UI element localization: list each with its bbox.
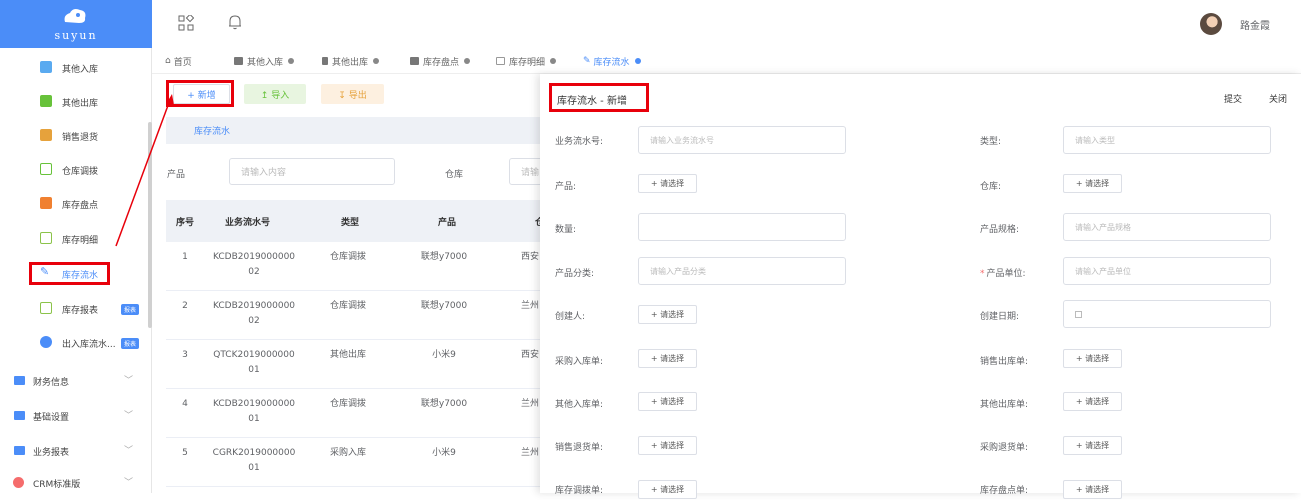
warehouse-label: 仓库:: [980, 182, 1002, 192]
date-picker[interactable]: [1063, 300, 1271, 328]
other-out-select-button[interactable]: + 请选择: [1063, 392, 1122, 411]
sales-return-select-button[interactable]: + 请选择: [638, 436, 697, 455]
sales-return-label: 销售退货单:: [555, 443, 604, 453]
type-input[interactable]: 请输入类型: [1063, 126, 1271, 154]
calendar-icon: [1075, 310, 1082, 318]
purchase-in-label: 采购入库单:: [555, 357, 604, 367]
purchase-return-label: 采购退货单:: [980, 443, 1029, 453]
spec-label: 产品规格:: [980, 225, 1020, 235]
category-input[interactable]: 请输入产品分类: [638, 257, 846, 285]
sales-out-select-button[interactable]: + 请选择: [1063, 349, 1122, 368]
serial-label: 业务流水号:: [555, 137, 604, 147]
serial-input[interactable]: 请输入业务流水号: [638, 126, 846, 154]
creator-select-button[interactable]: + 请选择: [638, 305, 697, 324]
quantity-label: 数量:: [555, 225, 577, 235]
unit-label: * 产品单位:: [980, 269, 1026, 279]
spec-input[interactable]: 请输入产品规格: [1063, 213, 1271, 241]
date-label: 创建日期:: [980, 312, 1020, 322]
sales-out-label: 销售出库单:: [980, 357, 1029, 367]
unit-input[interactable]: 请输入产品单位: [1063, 257, 1271, 285]
transfer-select-button[interactable]: + 请选择: [638, 480, 697, 499]
transfer-label: 库存调拨单:: [555, 486, 604, 496]
warehouse-select-button[interactable]: + 请选择: [1063, 174, 1122, 193]
creator-label: 创建人:: [555, 312, 586, 322]
other-out-label: 其他出库单:: [980, 400, 1029, 410]
stocktake-select-button[interactable]: + 请选择: [1063, 480, 1122, 499]
product-select-button[interactable]: + 请选择: [638, 174, 697, 193]
annotation-box-drawer-title: [549, 83, 649, 112]
other-in-select-button[interactable]: + 请选择: [638, 392, 697, 411]
type-label: 类型:: [980, 137, 1002, 147]
category-label: 产品分类:: [555, 269, 595, 279]
stocktake-label: 库存盘点单:: [980, 486, 1029, 496]
submit-button[interactable]: 提交: [1224, 92, 1242, 105]
purchase-return-select-button[interactable]: + 请选择: [1063, 436, 1122, 455]
product-label: 产品:: [555, 182, 577, 192]
other-in-label: 其他入库单:: [555, 400, 604, 410]
close-button[interactable]: 关闭: [1269, 92, 1287, 105]
purchase-in-select-button[interactable]: + 请选择: [638, 349, 697, 368]
quantity-input[interactable]: [638, 213, 846, 241]
